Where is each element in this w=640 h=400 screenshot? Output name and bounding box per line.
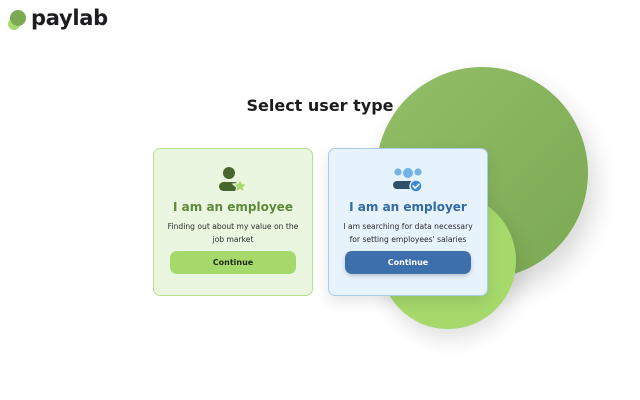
paylab-logo-icon [8, 6, 28, 30]
paylab-logo[interactable]: paylab [8, 6, 108, 30]
employer-continue-button[interactable]: Continue [345, 251, 471, 274]
employee-card-title: I am an employee [173, 200, 293, 214]
team-check-icon [393, 168, 423, 193]
page-title: Select user type [246, 96, 394, 115]
employer-card[interactable]: I am an employer I am searching for data… [328, 148, 488, 296]
employer-card-title: I am an employer [349, 200, 467, 214]
employee-card-description: Finding out about my value on the job ma… [167, 222, 299, 244]
employee-card[interactable]: I am an employee Finding out about my va… [153, 148, 313, 296]
person-star-icon [219, 167, 249, 194]
employer-card-description: I am searching for data necessary for se… [343, 222, 473, 244]
brand-name: paylab [31, 6, 108, 30]
employee-continue-button[interactable]: Continue [170, 251, 296, 274]
